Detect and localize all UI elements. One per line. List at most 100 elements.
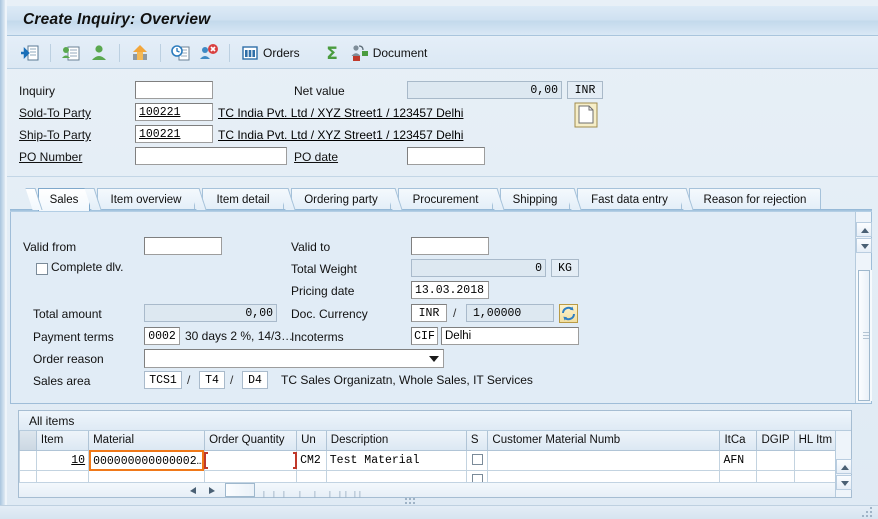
reject-icon (199, 43, 219, 63)
cell-material[interactable]: 000000000000002… (88, 449, 206, 471)
material-input-focused[interactable]: 000000000000002… (89, 449, 205, 471)
payment-terms-text: 30 days 2 %, 14/3… (185, 329, 294, 343)
payment-terms-key-input[interactable] (144, 327, 180, 345)
tab-strip: Sales Item overview Item detail Ordering pa… (10, 188, 872, 211)
valid-from-input[interactable] (144, 237, 222, 255)
table-horizontal-scroll-thumb[interactable] (225, 483, 255, 497)
panel-scroll-up-button[interactable] (856, 222, 872, 237)
exchange-rate-refresh-icon[interactable] (559, 304, 578, 323)
cell-dgip[interactable] (756, 449, 795, 471)
scroll-down-icon (841, 481, 849, 486)
tab-ordering-party[interactable]: Ordering party (291, 188, 391, 210)
partner-icon (89, 43, 109, 63)
table-page-right-button[interactable] (205, 485, 218, 496)
sum-button[interactable]: Σ (318, 42, 346, 65)
incoterms-text-input[interactable] (441, 327, 579, 345)
complete-dlv-checkbox[interactable] (36, 263, 48, 275)
column-header-material[interactable]: Material (88, 431, 206, 451)
application-toolbar: Orders Σ Document (7, 37, 878, 69)
panel-scroll-thumb[interactable] (858, 270, 870, 401)
po-number-input[interactable] (135, 147, 287, 165)
partner-button[interactable] (85, 42, 113, 65)
cell-s-checkbox[interactable] (465, 449, 489, 471)
sales-document-button[interactable] (57, 42, 85, 65)
sold-to-party-description[interactable]: TC India Pvt. Ltd / XYZ Street1 / 123457… (218, 106, 463, 120)
table-row[interactable]: 10 000000000000002… CM2 Test Material AFN (19, 449, 852, 471)
sales-doc-icon (61, 43, 81, 63)
division-field: D4 (242, 371, 268, 389)
reject-button[interactable] (195, 42, 223, 65)
distribution-channel-field: T4 (199, 371, 225, 389)
tab-fast-data-entry[interactable]: Fast data entry (577, 188, 682, 210)
ship-to-party-label[interactable]: Ship-To Party (19, 128, 91, 142)
cell-item[interactable]: 10 (35, 449, 90, 471)
column-header-un[interactable]: Un (296, 431, 327, 451)
panel-scroll-track[interactable] (856, 270, 872, 401)
row-selector-cell[interactable] (19, 449, 37, 471)
doc-currency-label: Doc. Currency (291, 307, 368, 321)
document-page-icon[interactable] (574, 102, 598, 131)
tab-item-detail[interactable]: Item detail (202, 188, 284, 210)
tab-procurement[interactable]: Procurement (398, 188, 493, 210)
column-header-description[interactable]: Description (325, 431, 467, 451)
tab-sales[interactable]: Sales (38, 188, 90, 211)
table-vertical-scrollbar[interactable] (835, 431, 852, 497)
resize-grip-icon[interactable] (862, 507, 872, 517)
cell-description[interactable]: Test Material (325, 449, 467, 471)
inquiry-label: Inquiry (19, 84, 56, 98)
cell-customer-material-number[interactable] (487, 449, 721, 471)
sold-to-party-label[interactable]: Sold-To Party (19, 106, 91, 120)
valid-to-input[interactable] (411, 237, 489, 255)
payment-terms-label: Payment terms (33, 330, 114, 344)
tab-reason-for-rejection[interactable]: Reason for rejection (689, 188, 821, 210)
enter-button[interactable] (16, 42, 44, 65)
pricing-date-input[interactable] (411, 281, 489, 299)
page-title: Create Inquiry: Overview (23, 11, 211, 28)
scroll-up-icon (841, 465, 849, 470)
enter-icon (20, 43, 40, 63)
incoterms-key-input[interactable] (411, 327, 438, 345)
shipping-icon (130, 43, 150, 63)
order-reason-dropdown[interactable] (144, 349, 444, 368)
tab-item-overview[interactable]: Item overview (97, 188, 195, 210)
required-field-bracket-left (204, 451, 209, 469)
sales-area-separator-2: / (230, 373, 234, 387)
column-header-customer-material-numb[interactable]: Customer Material Numb (487, 431, 721, 451)
panel-scrollbar[interactable] (855, 212, 872, 403)
cell-unit[interactable]: CM2 (296, 449, 327, 471)
document-button[interactable]: Document (346, 42, 432, 65)
cell-order-quantity[interactable] (204, 449, 298, 471)
panel-resize-grip-icon[interactable] (405, 495, 417, 504)
po-date-input[interactable] (407, 147, 485, 165)
table-page-left-button[interactable] (187, 485, 200, 496)
column-header-blank-0[interactable] (19, 431, 37, 451)
chevron-down-icon (429, 356, 439, 362)
orders-button[interactable]: Orders (236, 42, 304, 65)
panel-scroll-down-button[interactable] (856, 238, 872, 253)
column-header-order-quantity[interactable]: Order Quantity (204, 431, 298, 451)
sales-org-field: TCS1 (144, 371, 182, 389)
po-number-label[interactable]: PO Number (19, 150, 82, 164)
table-scroll-down-button[interactable] (836, 475, 852, 490)
tab-shipping[interactable]: Shipping (500, 188, 570, 210)
po-date-label[interactable]: PO date (294, 150, 338, 164)
required-field-bracket-right (293, 451, 298, 469)
shipping-button[interactable] (126, 42, 154, 65)
table-horizontal-scrollbar[interactable] (19, 482, 835, 498)
item-number-link[interactable]: 10 (71, 454, 85, 467)
sold-to-party-input[interactable] (135, 103, 213, 121)
row-checkbox[interactable] (471, 453, 483, 465)
cell-item-category[interactable]: AFN (719, 449, 758, 471)
availability-button[interactable] (167, 42, 195, 65)
doc-currency-input[interactable] (411, 304, 447, 322)
ship-to-party-input[interactable] (135, 125, 213, 143)
table-scroll-track-ticks (259, 487, 369, 498)
column-header-itca[interactable]: ItCa (719, 431, 758, 451)
column-header-s[interactable]: S (465, 431, 489, 451)
table-scroll-up-button[interactable] (836, 459, 852, 474)
column-header-item[interactable]: Item (35, 431, 90, 451)
column-header-dgip[interactable]: DGIP (756, 431, 795, 451)
inquiry-input[interactable] (135, 81, 213, 99)
all-items-table: All items Item Material Order Quantity Un De… (18, 410, 852, 498)
ship-to-party-description[interactable]: TC India Pvt. Ltd / XYZ Street1 / 123457… (218, 128, 463, 142)
